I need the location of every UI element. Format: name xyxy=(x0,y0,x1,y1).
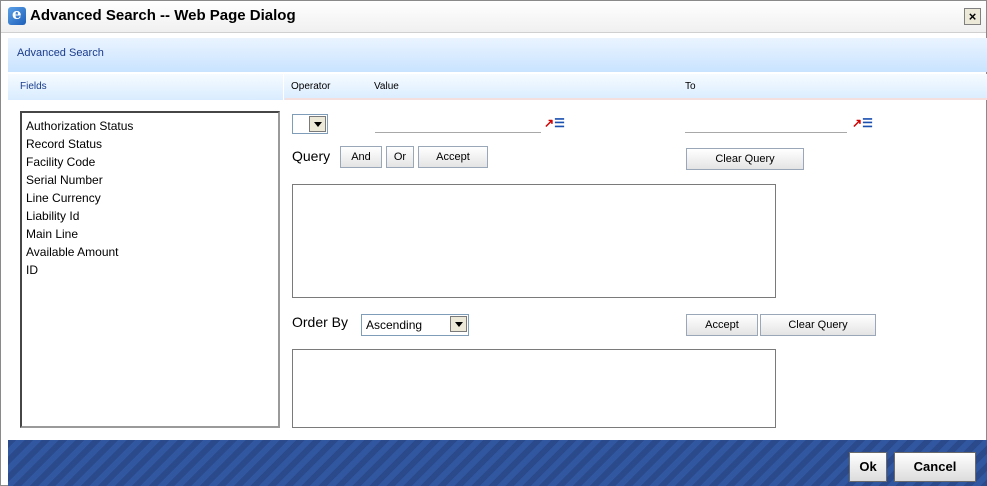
list-item[interactable]: Authorization Status xyxy=(26,117,278,135)
subheader-band: Advanced Search xyxy=(8,38,987,72)
list-item[interactable]: Main Line xyxy=(26,225,278,243)
clear-query-button[interactable]: Clear Query xyxy=(686,148,804,170)
subheader-title: Advanced Search xyxy=(17,47,104,59)
operator-select[interactable] xyxy=(292,114,328,134)
fields-listbox[interactable]: Authorization Status Record Status Facil… xyxy=(20,111,280,428)
list-item[interactable]: ID xyxy=(26,261,278,279)
list-item[interactable]: Liability Id xyxy=(26,207,278,225)
query-label: Query xyxy=(292,148,331,164)
value-input[interactable] xyxy=(375,113,541,133)
ok-button[interactable]: Ok xyxy=(849,452,887,482)
list-item[interactable]: Available Amount xyxy=(26,243,278,261)
close-button[interactable]: × xyxy=(964,8,981,25)
order-textarea[interactable] xyxy=(292,349,776,428)
fields-header: Fields xyxy=(20,81,47,92)
window-title: Advanced Search -- Web Page Dialog xyxy=(30,7,296,24)
order-select[interactable]: Ascending xyxy=(361,314,469,336)
list-item[interactable]: Serial Number xyxy=(26,171,278,189)
clear-order-button[interactable]: Clear Query xyxy=(760,314,876,336)
chevron-down-icon[interactable] xyxy=(450,316,467,332)
value-header: Value xyxy=(374,81,399,92)
list-of-values-icon[interactable]: ↗☰ xyxy=(544,115,566,133)
and-button[interactable]: And xyxy=(340,146,382,168)
or-button[interactable]: Or xyxy=(386,146,414,168)
to-header: To xyxy=(685,81,696,92)
accept-order-button[interactable]: Accept xyxy=(686,314,758,336)
chevron-down-icon[interactable] xyxy=(309,116,326,132)
order-selected-value: Ascending xyxy=(366,318,423,332)
query-textarea[interactable] xyxy=(292,184,776,298)
operator-header: Operator xyxy=(291,81,331,92)
cancel-button[interactable]: Cancel xyxy=(894,452,976,482)
order-by-label: Order By xyxy=(292,314,349,330)
to-input[interactable] xyxy=(685,113,847,133)
ie-icon xyxy=(8,5,26,25)
list-item[interactable]: Facility Code xyxy=(26,153,278,171)
accept-query-button[interactable]: Accept xyxy=(418,146,488,168)
list-item[interactable]: Line Currency xyxy=(26,189,278,207)
fields-list: Authorization Status Record Status Facil… xyxy=(22,113,278,279)
column-divider xyxy=(283,74,284,100)
list-item[interactable]: Record Status xyxy=(26,135,278,153)
list-of-values-icon[interactable]: ↗☰ xyxy=(852,115,874,133)
column-header-band: Fields Operator Value To xyxy=(8,74,987,100)
footer-bar xyxy=(8,440,987,486)
header-underline xyxy=(285,98,987,100)
